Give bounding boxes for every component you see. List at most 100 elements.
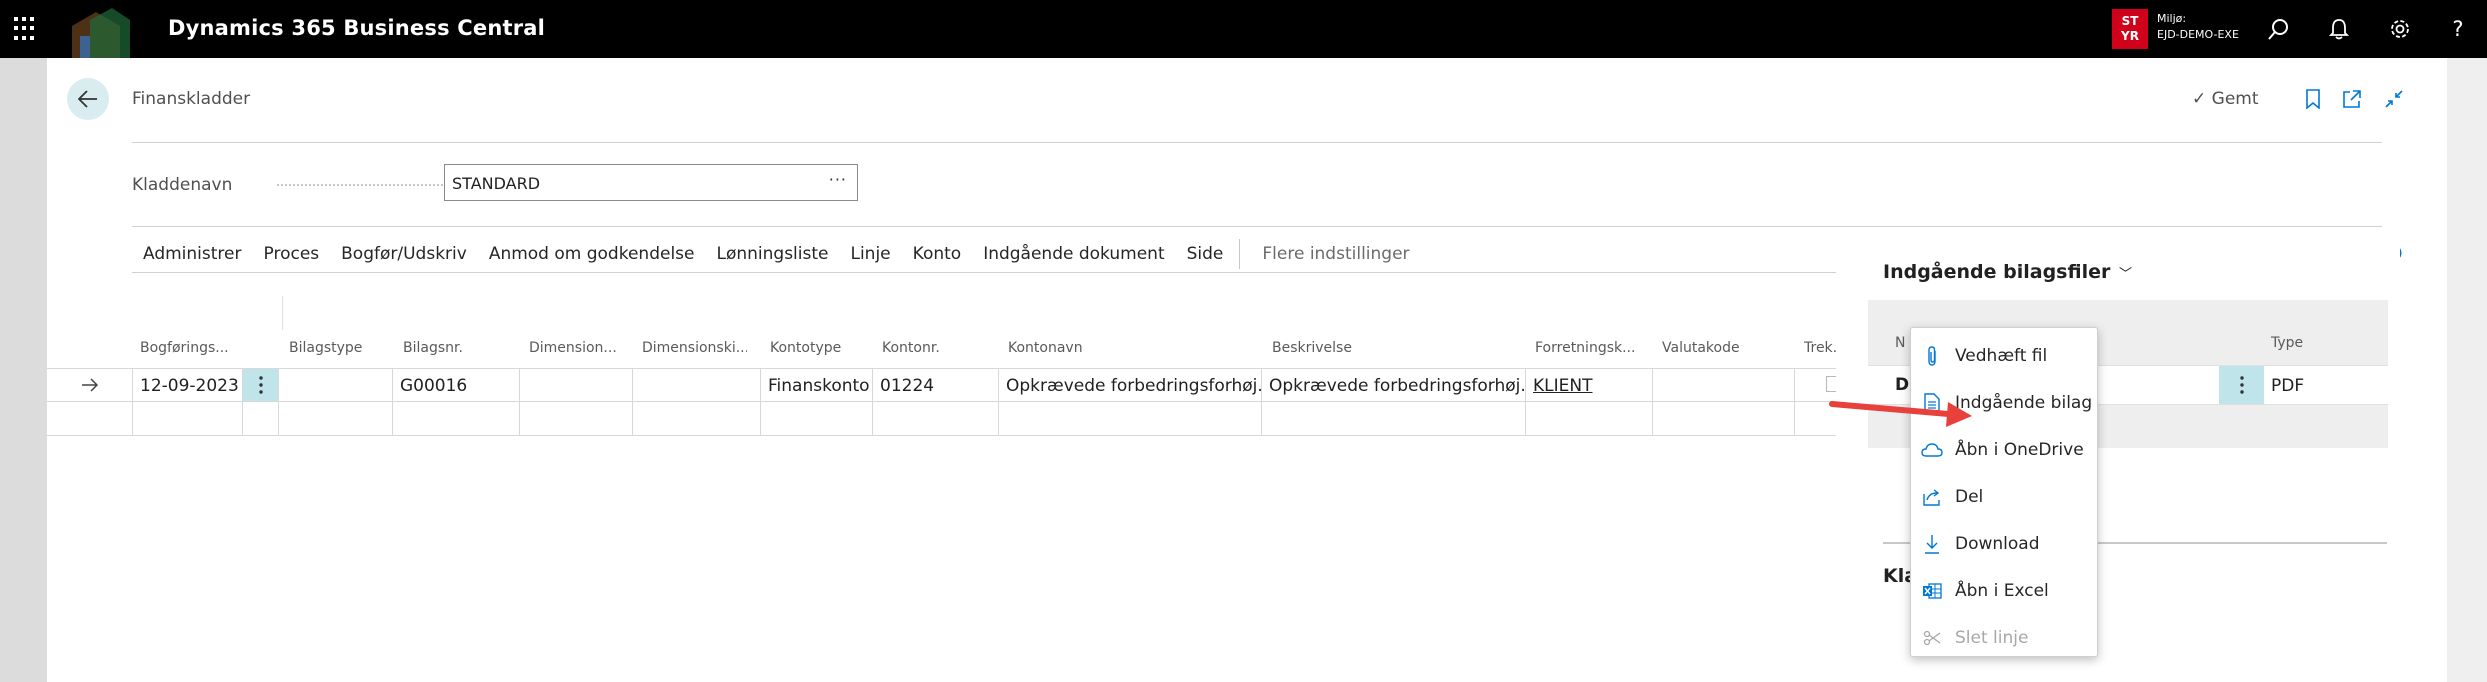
action-bar: Administrer Proces Bogfør/Udskriv Anmod …: [143, 239, 1432, 269]
action-lonningsliste[interactable]: Lønningsliste: [716, 244, 828, 264]
action-side[interactable]: Side: [1187, 244, 1224, 264]
excel-icon: [1921, 580, 1943, 602]
open-new-window-icon[interactable]: [2340, 87, 2364, 111]
action-indgaaende-dokument[interactable]: Indgående dokument: [983, 244, 1164, 264]
menu-item-delete-line[interactable]: Slet linje: [1911, 614, 2097, 661]
cell-dimension-1[interactable]: [520, 368, 633, 402]
menu-item-download[interactable]: Download: [1911, 520, 2097, 567]
action-administrer[interactable]: Administrer: [143, 244, 242, 264]
chevron-down-icon: ﹀: [2118, 267, 2132, 282]
environment-name: EJD-DEMO-EXE: [2157, 28, 2239, 41]
grid-column-divider: [282, 296, 283, 330]
collapse-icon[interactable]: [2382, 87, 2406, 111]
page-title: Finanskladder: [132, 89, 251, 109]
panel-col-type-header[interactable]: Type: [2271, 335, 2303, 351]
empty-cell[interactable]: [520, 402, 633, 436]
annotation-arrow-icon: [1829, 401, 1972, 427]
cell-document-type[interactable]: [279, 368, 393, 402]
action-separator: [1239, 239, 1241, 269]
app-launcher-icon[interactable]: [14, 17, 38, 41]
row-selector[interactable]: [47, 368, 132, 402]
col-header-document-type[interactable]: Bilagstype: [289, 340, 379, 356]
share-icon: [1921, 486, 1943, 508]
action-more-options[interactable]: Flere indstillinger: [1262, 244, 1409, 264]
cell-business-posting[interactable]: KLIENT: [1526, 368, 1653, 402]
delete-icon: [1921, 627, 1943, 649]
col-header-business-posting[interactable]: Forretningsk...: [1535, 340, 1635, 356]
col-header-dimension-1[interactable]: Dimension...: [529, 340, 619, 356]
cell-document-no[interactable]: G00016: [393, 368, 520, 402]
app-title: Dynamics 365 Business Central: [168, 16, 546, 40]
col-header-account-no[interactable]: Kontonr.: [882, 340, 962, 356]
top-bar: Dynamics 365 Business Central ST YR Milj…: [0, 0, 2487, 58]
col-header-account-name[interactable]: Kontonavn: [1008, 340, 1128, 356]
action-konto[interactable]: Konto: [913, 244, 962, 264]
saved-status: ✓ Gemt: [2192, 89, 2259, 109]
empty-cell[interactable]: [1653, 402, 1795, 436]
empty-cell[interactable]: [132, 402, 243, 436]
back-button[interactable]: [67, 78, 109, 120]
context-menu: Vedhæft fil Indgående bilag Åbn i OneDri…: [1910, 327, 2098, 657]
cell-account-no[interactable]: 01224: [873, 368, 999, 402]
empty-cell[interactable]: [1526, 402, 1653, 436]
col-header-account-type[interactable]: Kontotype: [770, 340, 860, 356]
row-actions-button[interactable]: [243, 368, 279, 402]
journal-name-value: STANDARD: [452, 174, 541, 193]
environment-info: Miljø: EJD-DEMO-EXE: [2157, 11, 2239, 43]
empty-cell[interactable]: [243, 402, 279, 436]
menu-item-attach-file[interactable]: Vedhæft fil: [1911, 332, 2097, 379]
cell-account-name[interactable]: Opkrævede forbedringsforhøj...: [999, 368, 1262, 402]
col-header-currency[interactable]: Valutakode: [1662, 340, 1752, 356]
col-header-dimension-2[interactable]: Dimensionski...: [642, 340, 747, 356]
journal-name-input[interactable]: STANDARD ···: [444, 164, 858, 201]
search-icon[interactable]: [2265, 15, 2293, 43]
cell-account-type[interactable]: Finanskonto: [761, 368, 873, 402]
environment-badge: ST YR: [2112, 9, 2148, 49]
journal-name-label: Kladdenavn: [132, 175, 233, 195]
actionbar-top-divider: [132, 226, 2382, 227]
bell-icon[interactable]: [2325, 15, 2353, 43]
action-anmod-om-godkendelse[interactable]: Anmod om godkendelse: [489, 244, 695, 264]
cell-dimension-2[interactable]: [633, 368, 761, 402]
bookmark-icon[interactable]: [2301, 87, 2325, 111]
cell-description[interactable]: Opkrævede forbedringsforhøj...: [1262, 368, 1526, 402]
download-icon: [1921, 533, 1943, 555]
lookup-more-icon[interactable]: ···: [829, 170, 847, 189]
check-icon: ✓: [2192, 89, 2207, 109]
header-divider: [132, 142, 2382, 143]
col-header-document-no[interactable]: Bilagsnr.: [403, 340, 483, 356]
empty-cell[interactable]: [873, 402, 999, 436]
row-selector-empty[interactable]: [47, 402, 132, 436]
action-linje[interactable]: Linje: [850, 244, 890, 264]
vertical-ellipsis-icon: [258, 376, 263, 394]
left-strip: [0, 58, 47, 682]
vertical-ellipsis-icon: [2239, 376, 2244, 394]
empty-cell[interactable]: [279, 402, 393, 436]
empty-cell[interactable]: [999, 402, 1262, 436]
arrow-left-icon: [78, 90, 97, 108]
gear-icon[interactable]: [2386, 15, 2414, 43]
help-icon[interactable]: ?: [2444, 15, 2472, 43]
cloud-icon: [1921, 439, 1943, 461]
panel-row-actions-button[interactable]: [2219, 366, 2264, 404]
cell-posting-date[interactable]: 12-09-2023: [132, 368, 243, 402]
table-row-empty[interactable]: [47, 402, 1883, 436]
panel-col-name-header[interactable]: N: [1895, 335, 1905, 351]
empty-cell[interactable]: [393, 402, 520, 436]
empty-cell[interactable]: [761, 402, 873, 436]
empty-cell[interactable]: [1262, 402, 1526, 436]
col-header-description[interactable]: Beskrivelse: [1272, 340, 1392, 356]
company-logo-icon: [72, 8, 130, 58]
panel-row-type: PDF: [2271, 376, 2305, 396]
action-bogfor-udskriv[interactable]: Bogfør/Udskriv: [341, 244, 467, 264]
col-header-posting-date[interactable]: Bogførings...: [140, 340, 235, 356]
menu-item-share[interactable]: Del: [1911, 473, 2097, 520]
empty-cell[interactable]: [633, 402, 761, 436]
paperclip-icon: [1921, 345, 1943, 367]
table-row[interactable]: 12-09-2023 G00016 Finanskonto 01224 Opkr…: [47, 368, 1883, 402]
action-proces[interactable]: Proces: [264, 244, 320, 264]
cell-currency[interactable]: [1653, 368, 1795, 402]
environment-label: Miljø:: [2157, 12, 2187, 25]
menu-item-open-in-excel[interactable]: Åbn i Excel: [1911, 567, 2097, 614]
incoming-files-title[interactable]: Indgående bilagsfiler ﹀: [1883, 261, 2132, 283]
